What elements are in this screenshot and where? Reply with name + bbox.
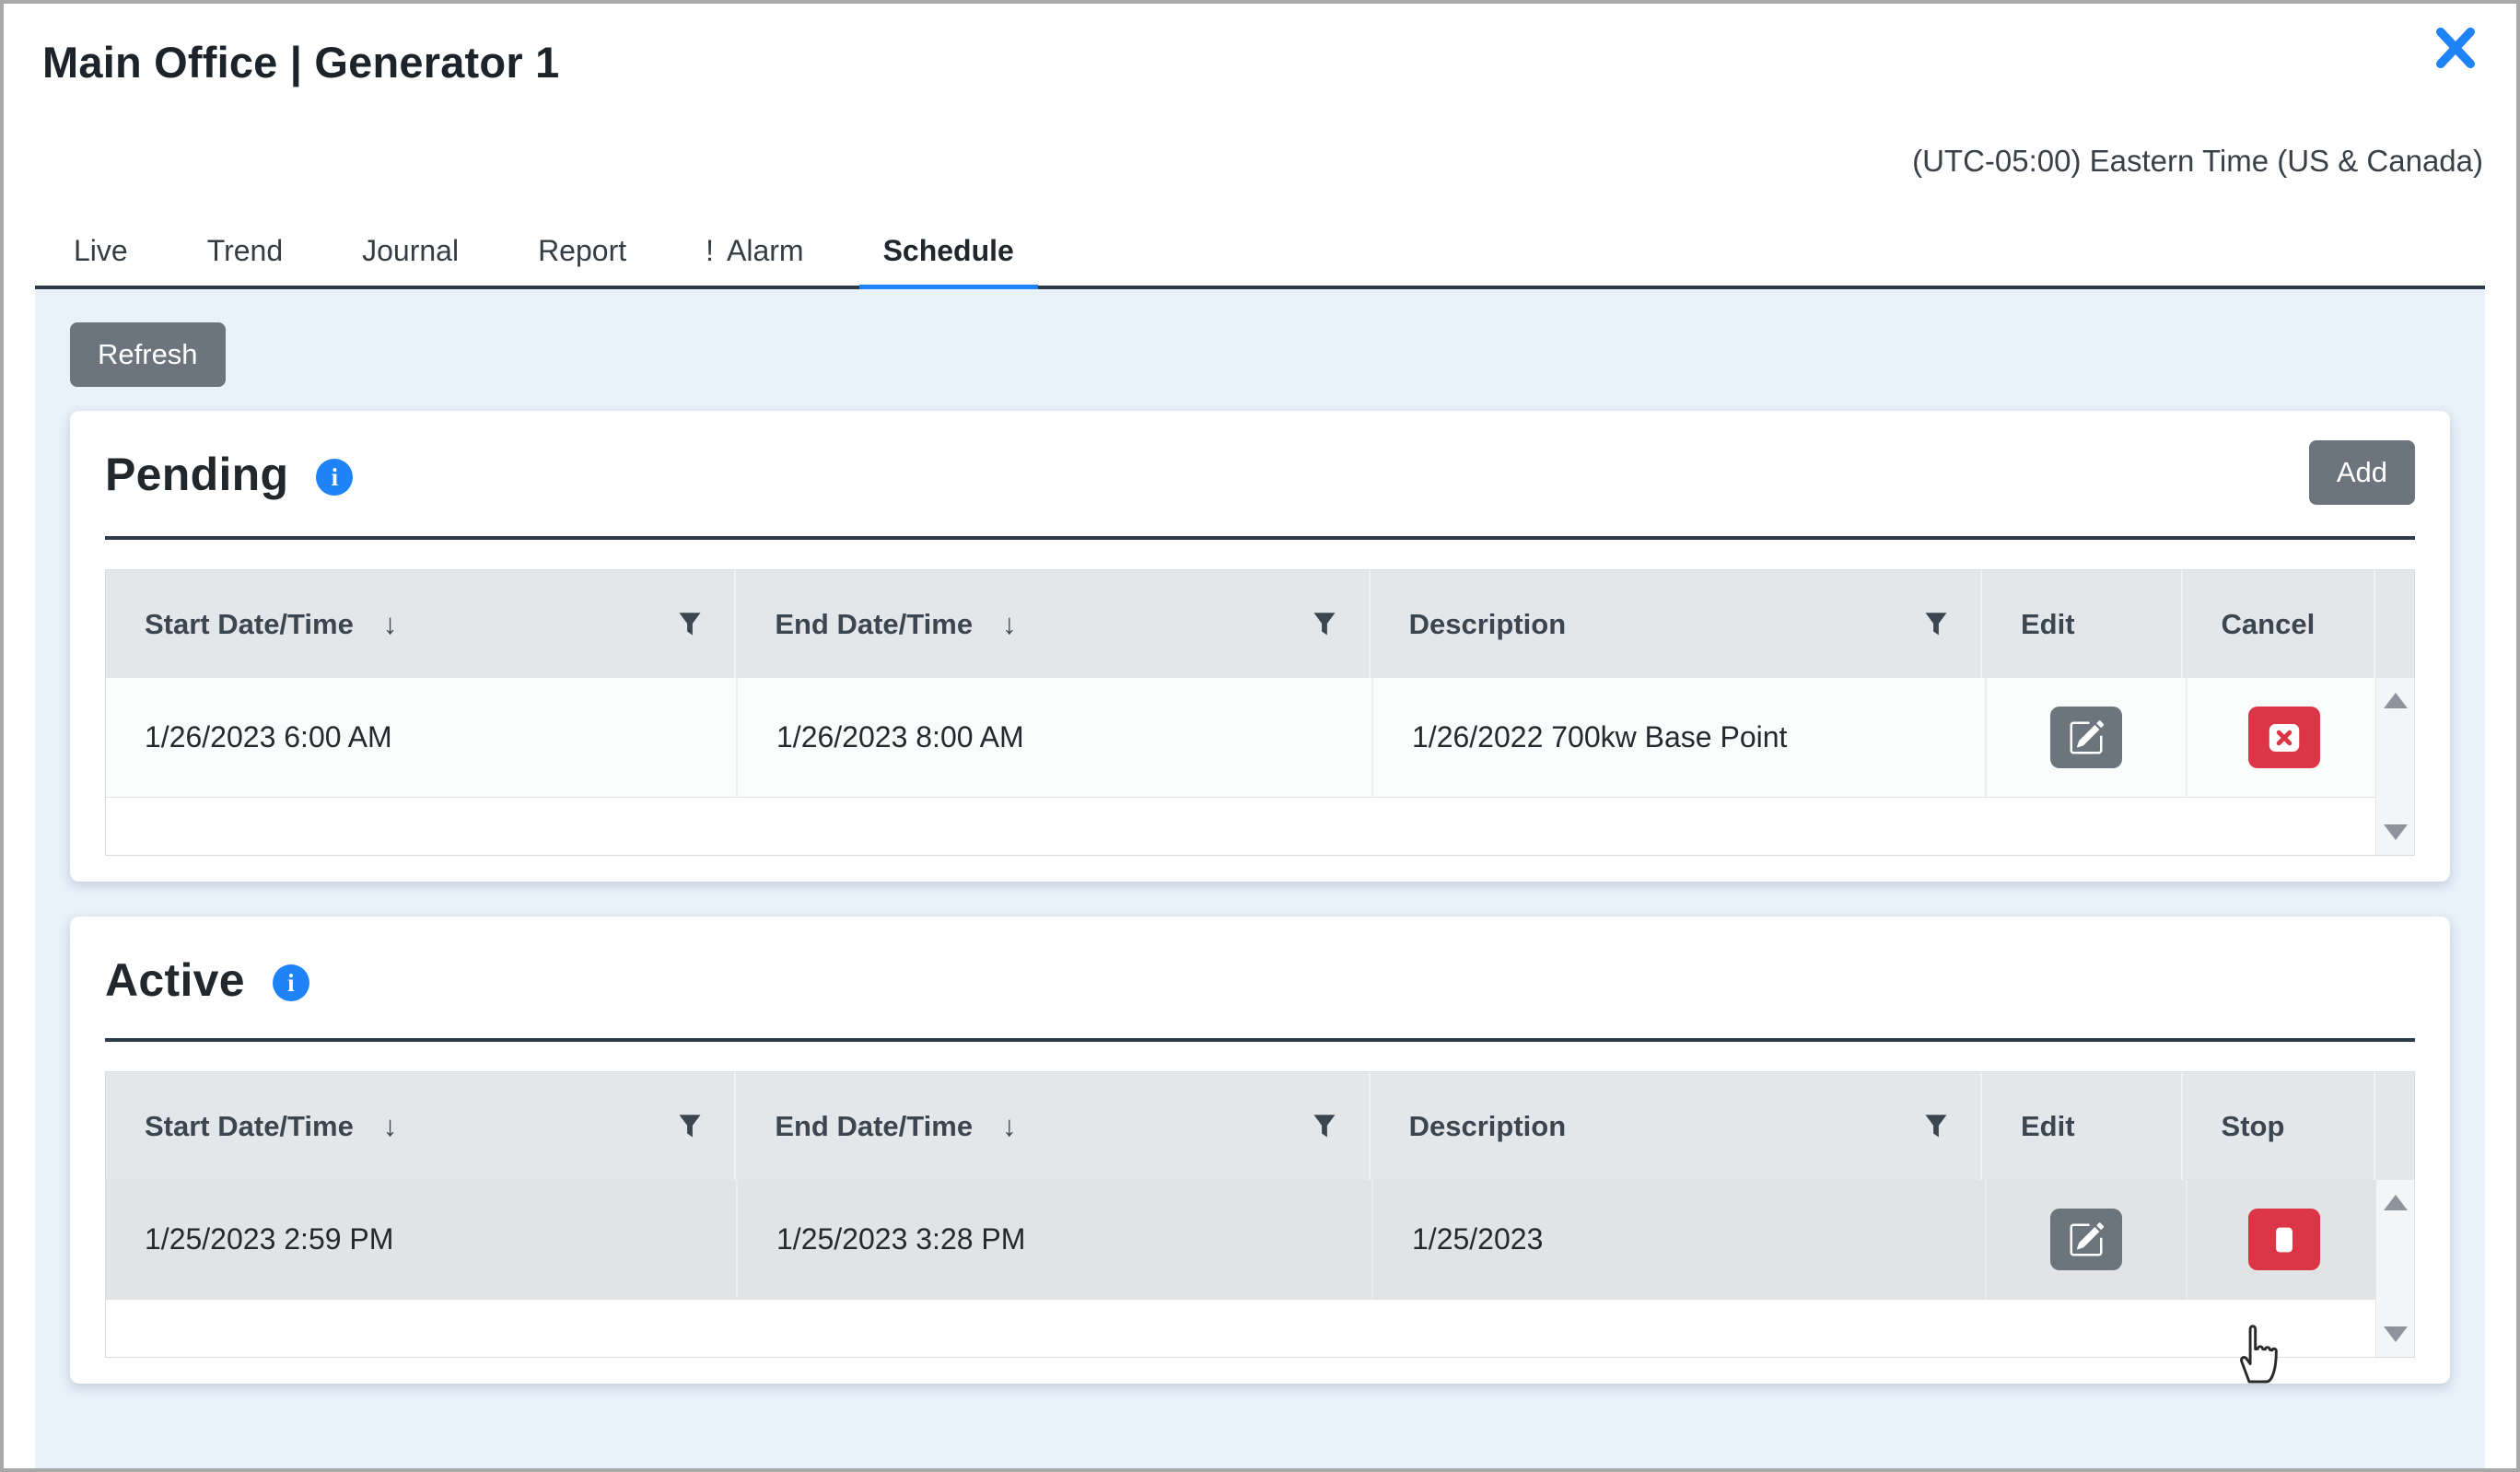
tab-alarm[interactable]: ! Alarm bbox=[682, 234, 827, 290]
tab-report[interactable]: Report bbox=[514, 234, 650, 290]
column-header-cancel: Cancel bbox=[2183, 570, 2376, 678]
scroll-up-icon[interactable] bbox=[2384, 693, 2408, 708]
pending-table: Start Date/Time ↓ End Date/Time ↓ bbox=[105, 569, 2415, 856]
stop-button[interactable] bbox=[2248, 1209, 2320, 1270]
scroll-down-icon[interactable] bbox=[2384, 1326, 2408, 1342]
cell-description: 1/25/2023 bbox=[1373, 1180, 1987, 1299]
generator-schedule-dialog: Main Office | Generator 1 (UTC-05:00) Ea… bbox=[0, 0, 2520, 1472]
edit-pencil-icon bbox=[2068, 719, 2105, 756]
active-section: Active i Start Date/Time ↓ End Date/Time bbox=[70, 917, 2450, 1384]
column-header-stop: Stop bbox=[2183, 1072, 2376, 1180]
filter-icon[interactable] bbox=[677, 611, 703, 638]
column-header-end[interactable]: End Date/Time ↓ bbox=[736, 1072, 1370, 1180]
edit-pencil-icon bbox=[2068, 1221, 2105, 1258]
cell-end: 1/25/2023 3:28 PM bbox=[738, 1180, 1373, 1299]
pending-table-body: 1/26/2023 6:00 AM 1/26/2023 8:00 AM 1/26… bbox=[106, 678, 2414, 855]
cell-start: 1/25/2023 2:59 PM bbox=[106, 1180, 738, 1299]
pending-title: Pending bbox=[105, 448, 288, 501]
add-button[interactable]: Add bbox=[2309, 440, 2415, 505]
tab-bar: Live Trend Journal Report ! Alarm Schedul… bbox=[35, 219, 2485, 289]
timezone-label: (UTC-05:00) Eastern Time (US & Canada) bbox=[1912, 144, 2483, 179]
empty-grid-space bbox=[106, 798, 2414, 855]
scroll-up-icon[interactable] bbox=[2384, 1195, 2408, 1210]
filter-icon[interactable] bbox=[1312, 1113, 1337, 1140]
sort-desc-icon: ↓ bbox=[1002, 608, 1017, 641]
schedule-panel: Refresh Pending i Add Start Date/Time ↓ bbox=[35, 289, 2485, 1468]
active-title: Active bbox=[105, 953, 245, 1007]
divider bbox=[105, 536, 2415, 540]
cancel-button[interactable] bbox=[2248, 707, 2320, 768]
tab-journal[interactable]: Journal bbox=[338, 234, 483, 290]
edit-button[interactable] bbox=[2050, 1209, 2122, 1270]
table-row[interactable]: 1/25/2023 2:59 PM 1/25/2023 3:28 PM 1/25… bbox=[106, 1180, 2414, 1300]
column-header-description[interactable]: Description bbox=[1371, 1072, 1982, 1180]
close-icon bbox=[2432, 24, 2479, 72]
tab-schedule[interactable]: Schedule bbox=[859, 234, 1038, 290]
table-row[interactable]: 1/26/2023 6:00 AM 1/26/2023 8:00 AM 1/26… bbox=[106, 678, 2414, 798]
column-header-start[interactable]: Start Date/Time ↓ bbox=[106, 570, 736, 678]
cell-start: 1/26/2023 6:00 AM bbox=[106, 678, 738, 797]
vertical-scrollbar[interactable] bbox=[2375, 678, 2414, 855]
pending-table-header: Start Date/Time ↓ End Date/Time ↓ bbox=[106, 570, 2414, 678]
filter-icon[interactable] bbox=[677, 1113, 703, 1140]
divider bbox=[105, 1038, 2415, 1042]
pending-section: Pending i Add Start Date/Time ↓ bbox=[70, 411, 2450, 882]
column-header-edit: Edit bbox=[1982, 570, 2183, 678]
tab-alarm-label: Alarm bbox=[727, 234, 804, 267]
vertical-scrollbar[interactable] bbox=[2375, 1180, 2414, 1357]
filter-icon[interactable] bbox=[1923, 1113, 1949, 1140]
cell-description: 1/26/2022 700kw Base Point bbox=[1373, 678, 1987, 797]
page-title: Main Office | Generator 1 bbox=[42, 37, 559, 88]
sort-desc-icon: ↓ bbox=[1002, 1110, 1017, 1143]
header-scroll-stub bbox=[2375, 570, 2414, 678]
cancel-x-icon bbox=[2265, 720, 2304, 755]
stop-square-icon bbox=[2265, 1221, 2304, 1258]
scroll-down-icon[interactable] bbox=[2384, 824, 2408, 840]
sort-desc-icon: ↓ bbox=[383, 1110, 398, 1143]
active-table-body: 1/25/2023 2:59 PM 1/25/2023 3:28 PM 1/25… bbox=[106, 1180, 2414, 1357]
info-icon[interactable]: i bbox=[316, 459, 353, 496]
column-header-description[interactable]: Description bbox=[1371, 570, 1982, 678]
close-button[interactable] bbox=[2428, 20, 2483, 76]
filter-icon[interactable] bbox=[1923, 611, 1949, 638]
column-header-start[interactable]: Start Date/Time ↓ bbox=[106, 1072, 736, 1180]
column-header-end[interactable]: End Date/Time ↓ bbox=[736, 570, 1370, 678]
refresh-button[interactable]: Refresh bbox=[70, 322, 226, 387]
filter-icon[interactable] bbox=[1312, 611, 1337, 638]
info-icon[interactable]: i bbox=[273, 964, 309, 1001]
header-scroll-stub bbox=[2375, 1072, 2414, 1180]
alarm-badge: ! bbox=[706, 234, 714, 267]
active-table: Start Date/Time ↓ End Date/Time ↓ bbox=[105, 1071, 2415, 1358]
active-table-header: Start Date/Time ↓ End Date/Time ↓ bbox=[106, 1072, 2414, 1180]
tab-trend[interactable]: Trend bbox=[183, 234, 307, 290]
sort-desc-icon: ↓ bbox=[383, 608, 398, 641]
empty-grid-space bbox=[106, 1300, 2414, 1357]
edit-button[interactable] bbox=[2050, 707, 2122, 768]
cell-end: 1/26/2023 8:00 AM bbox=[738, 678, 1373, 797]
column-header-edit: Edit bbox=[1982, 1072, 2183, 1180]
tab-live[interactable]: Live bbox=[50, 234, 152, 290]
